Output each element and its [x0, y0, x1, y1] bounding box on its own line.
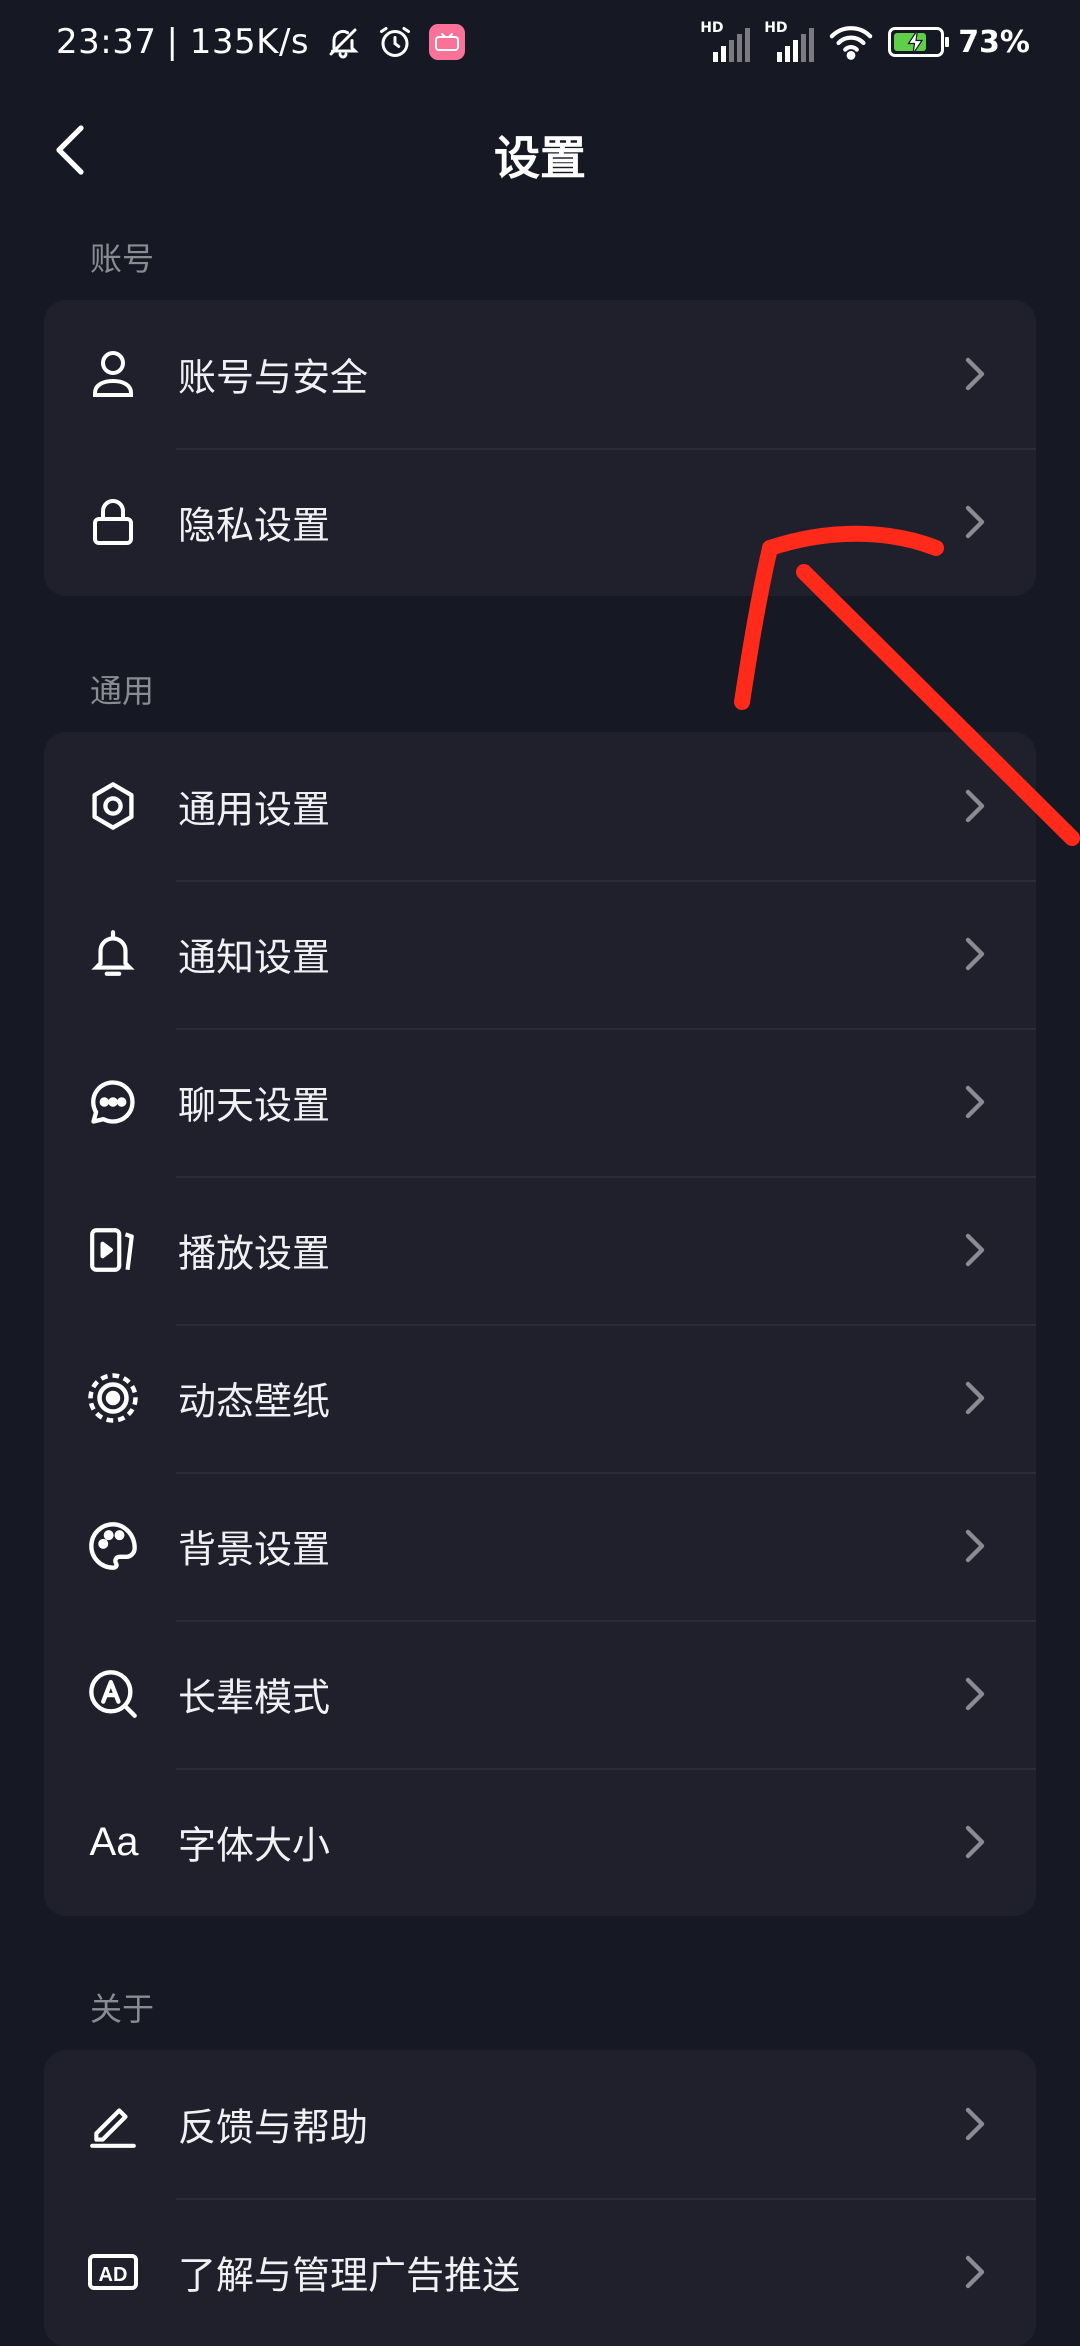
- alarm-icon: [377, 24, 413, 60]
- item-label: 了解与管理广告推送: [178, 2253, 521, 2298]
- palette-icon: [86, 1519, 140, 1573]
- signal-icon: HD: [764, 20, 815, 62]
- item-label: 聊天设置: [178, 1083, 331, 1128]
- about-card: 反馈与帮助 AD 了解与管理广告推送: [44, 2050, 1036, 2346]
- header: 设置: [0, 100, 1080, 200]
- status-bar: 23:37 | 135K/s HD HD 73%: [0, 0, 1080, 90]
- item-label: 播放设置: [178, 1231, 331, 1276]
- gear-icon: [86, 779, 140, 833]
- section-label-general: 通用: [90, 672, 155, 710]
- chevron-right-icon: [965, 2107, 985, 2141]
- status-speed: | 135K/s: [166, 22, 310, 62]
- playback-settings-item[interactable]: 播放设置: [44, 1176, 1036, 1324]
- general-settings-item[interactable]: 通用设置: [44, 732, 1036, 880]
- chevron-right-icon: [965, 2255, 985, 2289]
- page-title: 设置: [494, 131, 586, 185]
- chevron-right-icon: [965, 937, 985, 971]
- edit-icon: [86, 2097, 140, 2151]
- chevron-right-icon: [965, 1085, 985, 1119]
- chevron-right-icon: [965, 1677, 985, 1711]
- item-label: 字体大小: [178, 1823, 331, 1868]
- item-label: 账号与安全: [178, 355, 369, 400]
- general-card: 通用设置 通知设置 聊天设置 播放设置 动态壁纸 背景设置 长辈模式 Aa 字体…: [44, 732, 1036, 1916]
- ad-icon-text: AD: [99, 2264, 128, 2286]
- status-right: HD HD 73%: [700, 20, 1030, 62]
- item-label: 动态壁纸: [178, 1379, 331, 1424]
- background-settings-item[interactable]: 背景设置: [44, 1472, 1036, 1620]
- chevron-right-icon: [965, 1233, 985, 1267]
- notification-settings-item[interactable]: 通知设置: [44, 880, 1036, 1028]
- lock-icon: [86, 495, 140, 549]
- elder-mode-icon: [86, 1667, 140, 1721]
- chat-settings-item[interactable]: 聊天设置: [44, 1028, 1036, 1176]
- battery-charging-icon: [888, 27, 950, 57]
- item-label: 隐私设置: [178, 503, 331, 548]
- section-label-account: 账号: [90, 240, 155, 278]
- ad-management-item[interactable]: AD 了解与管理广告推送: [44, 2198, 1036, 2346]
- status-left: 23:37 | 135K/s: [56, 22, 466, 62]
- chevron-right-icon: [965, 1825, 985, 1859]
- battery-percent: 73%: [958, 24, 1030, 60]
- chevron-right-icon: [965, 505, 985, 539]
- privacy-settings-item[interactable]: 隐私设置: [44, 448, 1036, 596]
- account-security-item[interactable]: 账号与安全: [44, 300, 1036, 448]
- chat-bubble-icon: [86, 1075, 140, 1129]
- dynamic-wallpaper-icon: [86, 1371, 140, 1425]
- font-size-icon-text: Aa: [89, 1819, 139, 1864]
- signal-icon: HD: [700, 20, 751, 62]
- app-badge-icon: [429, 24, 466, 60]
- status-time: 23:37: [56, 22, 157, 62]
- item-label: 反馈与帮助: [178, 2105, 369, 2150]
- item-label: 通知设置: [178, 935, 331, 980]
- chevron-right-icon: [965, 357, 985, 391]
- item-label: 通用设置: [178, 787, 331, 832]
- font-size-item[interactable]: Aa 字体大小: [44, 1768, 1036, 1916]
- section-label-about: 关于: [90, 1990, 155, 2028]
- item-label: 长辈模式: [178, 1675, 331, 1720]
- item-label: 背景设置: [178, 1527, 331, 1572]
- wifi-icon: [828, 24, 874, 60]
- elder-mode-item[interactable]: 长辈模式: [44, 1620, 1036, 1768]
- chevron-right-icon: [965, 1529, 985, 1563]
- bell-off-icon: [325, 24, 361, 60]
- account-card: 账号与安全 隐私设置: [44, 300, 1036, 596]
- dynamic-wallpaper-item[interactable]: 动态壁纸: [44, 1324, 1036, 1472]
- bell-icon: [86, 927, 140, 981]
- feedback-help-item[interactable]: 反馈与帮助: [44, 2050, 1036, 2198]
- chevron-right-icon: [965, 1381, 985, 1415]
- chevron-right-icon: [965, 789, 985, 823]
- ad-icon: AD: [86, 2245, 140, 2299]
- play-icon: [86, 1223, 140, 1277]
- font-size-icon: Aa: [84, 1815, 144, 1869]
- user-icon: [86, 347, 140, 401]
